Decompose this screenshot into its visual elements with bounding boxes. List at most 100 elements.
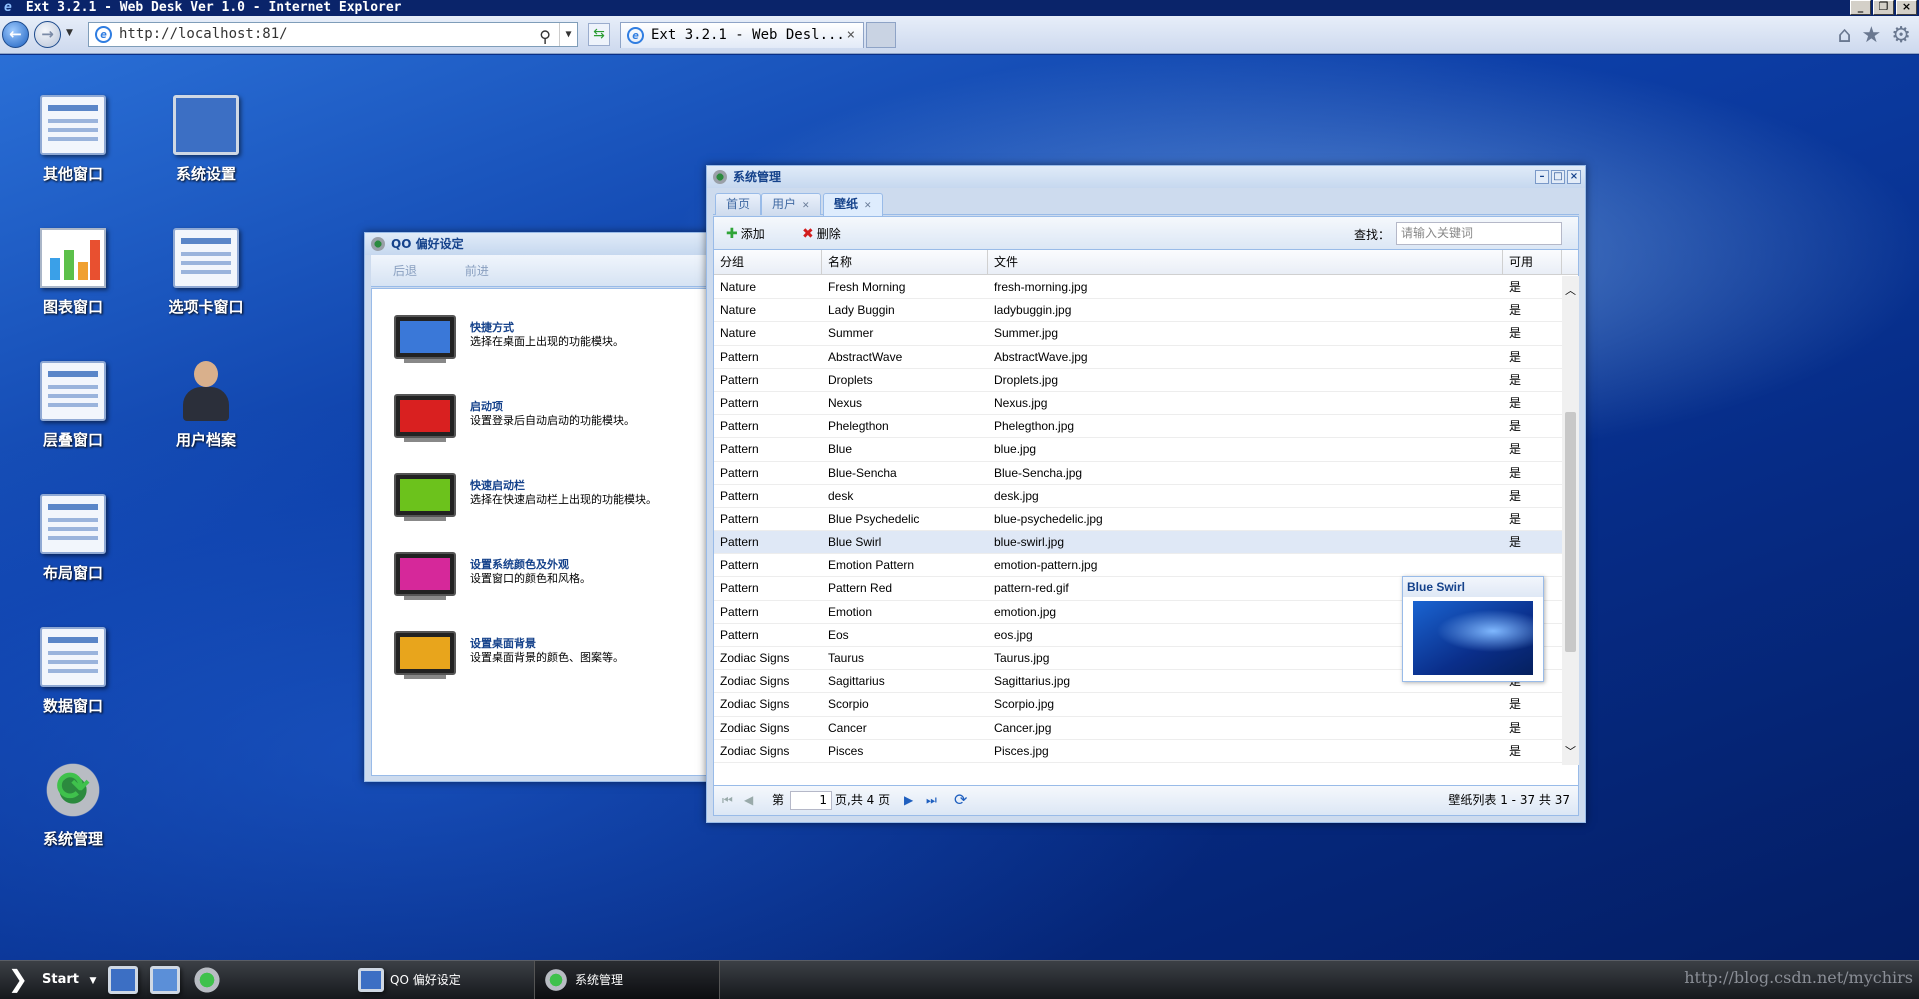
- table-row[interactable]: Pattern Droplets Droplets.jpg 是: [714, 369, 1562, 392]
- restore-button[interactable]: ❐: [1873, 0, 1894, 15]
- desktop-icon-layout-window[interactable]: 布局窗口: [13, 494, 133, 583]
- quicklaunch-settings-icon[interactable]: [150, 966, 180, 994]
- add-label: 添加: [740, 227, 765, 241]
- cell-enabled: 是: [1509, 419, 1522, 434]
- table-row[interactable]: Nature Fresh Morning fresh-morning.jpg 是: [714, 276, 1562, 300]
- paging-toolbar: ⏮ ◀ 第 1 页,共 4 页 ▶ ⏭ ⟳ 壁纸列表 1 - 37 共 37: [714, 785, 1578, 815]
- scroll-up-icon[interactable]: ︿: [1562, 282, 1579, 298]
- desktop-icon-label: 系统管理: [42, 830, 103, 848]
- add-button[interactable]: ✚ 添加: [726, 225, 765, 242]
- settings-icon[interactable]: ⚙: [1891, 25, 1911, 47]
- prev-page-icon[interactable]: ◀: [744, 786, 753, 814]
- vertical-scrollbar[interactable]: ︿ ﹀: [1562, 276, 1579, 765]
- next-page-icon[interactable]: ▶: [904, 786, 913, 814]
- cell-group: Pattern: [720, 535, 759, 550]
- preferences-window[interactable]: QO 偏好设定 后退 前进 快捷方式 选择在桌面上出现的功能模块。 启动项 设置…: [364, 232, 715, 782]
- tab-close-icon[interactable]: ✕: [802, 201, 810, 211]
- desktop-icon-data-window[interactable]: 数据窗口: [13, 627, 133, 716]
- history-dropdown-icon[interactable]: ▼: [66, 28, 73, 38]
- desktop-icon-user-profile[interactable]: 用户档案: [146, 361, 266, 450]
- start-button[interactable]: ❯ Start ▼: [8, 961, 96, 999]
- column-header-name[interactable]: 名称: [822, 250, 988, 274]
- table-row[interactable]: Pattern Blue-Sencha Blue-Sencha.jpg 是: [714, 462, 1562, 485]
- browser-tab[interactable]: e Ext 3.2.1 - Web Desl... ×: [620, 22, 864, 48]
- table-row[interactable]: Nature Lady Buggin ladybuggin.jpg 是: [714, 299, 1562, 323]
- search-input[interactable]: 请输入关键词: [1396, 222, 1562, 245]
- taskbar: ❯ Start ▼ QO 偏好设定 系统管理: [0, 960, 1919, 999]
- system-admin-window[interactable]: 系统管理 – □ × 首页 用户 ✕ 壁纸 ✕ ✚ 添加 ✖ 删除 查找： 请输入关键词…: [706, 165, 1586, 823]
- back-link[interactable]: 后退: [393, 264, 417, 278]
- desktop-icon-system-admin[interactable]: 系统管理: [13, 760, 133, 849]
- column-header-group[interactable]: 分组: [714, 250, 822, 274]
- paging-summary: 壁纸列表 1 - 37 共 37: [1448, 793, 1570, 807]
- home-icon[interactable]: ⌂: [1838, 25, 1852, 47]
- pref-item-background[interactable]: 设置桌面背景 设置桌面背景的颜色、图案等。: [394, 631, 714, 691]
- pref-item-autorun[interactable]: 启动项 设置登录后自动启动的功能模块。: [394, 394, 714, 454]
- forward-button[interactable]: →: [34, 21, 61, 48]
- column-header-file[interactable]: 文件: [988, 250, 1503, 274]
- pref-item-quickstart[interactable]: 快速启动栏 选择在快速启动栏上出现的功能模块。: [394, 473, 714, 533]
- table-row[interactable]: Pattern Blue Swirl blue-swirl.jpg 是: [714, 531, 1562, 555]
- table-row[interactable]: Pattern Phelegthon Phelegthon.jpg 是: [714, 415, 1562, 439]
- tab-home[interactable]: 首页: [715, 193, 762, 215]
- table-row[interactable]: Pattern Blue Psychedelic blue-psychedelic.…: [714, 508, 1562, 532]
- table-row[interactable]: Pattern Blue blue.jpg 是: [714, 438, 1562, 462]
- refresh-icon[interactable]: ⟳: [954, 786, 967, 814]
- forward-link[interactable]: 前进: [465, 264, 489, 278]
- refresh-button[interactable]: ⇆: [588, 23, 610, 46]
- scroll-down-icon[interactable]: ﹀: [1562, 743, 1579, 759]
- search-icon[interactable]: ⚲: [539, 25, 551, 48]
- favorites-icon[interactable]: ★: [1862, 25, 1882, 47]
- monitor-icon: [394, 552, 456, 596]
- page-number-input[interactable]: 1: [790, 791, 832, 810]
- address-bar[interactable]: e http://localhost:81/ ⚲ ▼: [88, 22, 578, 47]
- scroll-thumb[interactable]: [1565, 412, 1576, 652]
- table-row[interactable]: Pattern Emotion Pattern emotion-pattern.jp…: [714, 554, 1562, 578]
- desktop-icon-cascade-window[interactable]: 层叠窗口: [13, 361, 133, 450]
- cell-enabled: 是: [1509, 442, 1522, 457]
- cell-name: Scorpio: [828, 697, 869, 712]
- pref-item-shortcuts[interactable]: 快捷方式 选择在桌面上出现的功能模块。: [394, 315, 714, 375]
- desktop-icon-tab-window[interactable]: 选项卡窗口: [146, 228, 266, 317]
- quicklaunch-monitor-icon[interactable]: [108, 966, 138, 994]
- close-icon[interactable]: ×: [1567, 170, 1581, 184]
- tab-wallpaper[interactable]: 壁纸 ✕: [823, 193, 883, 216]
- taskbar-task-prefs[interactable]: QO 偏好设定: [350, 961, 535, 999]
- table-row[interactable]: Zodiac Signs Cancer Cancer.jpg 是: [714, 717, 1562, 740]
- delete-button[interactable]: ✖ 删除: [802, 225, 841, 242]
- table-row[interactable]: Nature Summer Summer.jpg 是: [714, 322, 1562, 346]
- desktop-icon-label: 系统设置: [175, 165, 236, 183]
- tab-close-icon[interactable]: ✕: [864, 201, 872, 211]
- desktop-icon-other-window[interactable]: 其他窗口: [13, 95, 133, 184]
- new-tab-button[interactable]: [866, 22, 896, 48]
- pref-item-appearance[interactable]: 设置系统颜色及外观 设置窗口的颜色和风格。: [394, 552, 714, 612]
- quicklaunch-gear-icon[interactable]: [192, 966, 222, 994]
- table-row[interactable]: Zodiac Signs Scorpio Scorpio.jpg 是: [714, 693, 1562, 717]
- desktop-icon-system-settings[interactable]: 系统设置: [146, 95, 266, 184]
- table-row[interactable]: Pattern Nexus Nexus.jpg 是: [714, 392, 1562, 416]
- tab-close-icon[interactable]: ×: [847, 23, 855, 48]
- address-dropdown-icon[interactable]: ▼: [559, 23, 577, 46]
- column-header-enabled[interactable]: 可用: [1503, 250, 1562, 274]
- table-row[interactable]: Zodiac SignsAquariusAquarius.jpg是: [714, 763, 1562, 765]
- cell-name: Emotion: [828, 604, 873, 619]
- monitor-screen: [400, 637, 450, 669]
- window-header[interactable]: 系统管理 – □ ×: [707, 166, 1585, 188]
- window-icon: [40, 95, 106, 155]
- maximize-icon[interactable]: □: [1551, 170, 1565, 184]
- window-header[interactable]: QO 偏好设定: [365, 233, 713, 255]
- taskbar-task-sysadmin[interactable]: 系统管理: [535, 961, 720, 999]
- cell-group: Pattern: [720, 372, 759, 387]
- monitor-icon: [394, 473, 456, 517]
- last-page-icon[interactable]: ⏭: [926, 786, 937, 814]
- first-page-icon[interactable]: ⏮: [722, 786, 733, 814]
- table-row[interactable]: Pattern desk desk.jpg 是: [714, 485, 1562, 508]
- minimize-button[interactable]: _: [1850, 0, 1871, 15]
- tab-users[interactable]: 用户 ✕: [761, 193, 821, 215]
- close-button[interactable]: ×: [1896, 0, 1917, 15]
- desktop-icon-chart-window[interactable]: 图表窗口: [13, 228, 133, 317]
- minimize-icon[interactable]: –: [1535, 170, 1549, 184]
- table-row[interactable]: Pattern AbstractWave AbstractWave.jpg 是: [714, 346, 1562, 369]
- back-button[interactable]: ←: [2, 21, 29, 48]
- table-row[interactable]: Zodiac Signs Pisces Pisces.jpg 是: [714, 740, 1562, 763]
